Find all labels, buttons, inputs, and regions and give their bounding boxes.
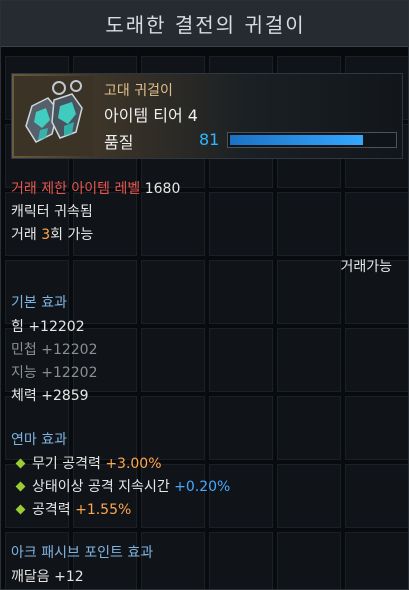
background-slot bbox=[209, 464, 273, 528]
background-slot bbox=[73, 328, 137, 392]
refine-value: +1.55% bbox=[75, 502, 132, 518]
stat-intelligence: 지능 +12202 bbox=[11, 365, 98, 381]
trade-count: 3 bbox=[41, 227, 51, 243]
stat-vitality: 체력 +2859 bbox=[11, 388, 89, 404]
tradable-label: 거래가능 bbox=[340, 259, 392, 275]
trade-count-line: 거래 3회 가능 bbox=[11, 224, 93, 244]
quality-bar-fill bbox=[230, 135, 363, 145]
ark-passive-line: 깨달음 +12 bbox=[11, 569, 84, 585]
background-slot bbox=[209, 396, 273, 460]
background-slot bbox=[5, 328, 69, 392]
trade-prefix: 거래 bbox=[11, 227, 42, 243]
quality-label: 품질 bbox=[104, 133, 134, 152]
trade-restriction-line: 거래 제한 아이템 레벨 1680 bbox=[11, 178, 180, 198]
background-slot bbox=[345, 464, 408, 528]
background-slot bbox=[277, 396, 341, 460]
background-slot bbox=[5, 396, 69, 460]
trade-restriction-level: 1680 bbox=[144, 181, 181, 197]
refine-line: 공격력 +1.55% bbox=[11, 499, 131, 519]
bullet-icon bbox=[15, 458, 26, 469]
refine-name: 무기 공격력 bbox=[32, 456, 106, 472]
background-slot bbox=[141, 260, 205, 324]
trade-restriction-label: 거래 제한 아이템 레벨 bbox=[11, 181, 141, 197]
item-summary-box: 고대 귀걸이 아이템 티어 4 품질 81 bbox=[11, 73, 403, 159]
background-slot bbox=[277, 260, 341, 324]
refine-line: 무기 공격력 +3.00% bbox=[11, 453, 162, 473]
background-slot bbox=[141, 464, 205, 528]
background-slot bbox=[73, 396, 137, 460]
refine-effect-heading: 연마 효과 bbox=[11, 432, 67, 448]
earring-icon bbox=[14, 76, 94, 156]
refine-line: 상태이상 공격 지속시간 +0.20% bbox=[11, 476, 230, 496]
background-slot bbox=[345, 328, 408, 392]
background-slot bbox=[209, 192, 273, 256]
background-slot bbox=[345, 532, 408, 589]
tooltip-header: 도래한 결전의 귀걸이 bbox=[1, 1, 408, 47]
background-slot bbox=[277, 328, 341, 392]
item-tier: 아이템 티어 4 bbox=[104, 106, 198, 125]
background-slot bbox=[277, 464, 341, 528]
background-slot bbox=[209, 328, 273, 392]
background-slot bbox=[141, 192, 205, 256]
background-slot bbox=[141, 396, 205, 460]
background-slot bbox=[277, 532, 341, 589]
background-slot bbox=[209, 260, 273, 324]
binding-status: 캐릭터 귀속됨 bbox=[11, 204, 93, 220]
background-slot bbox=[73, 260, 137, 324]
refine-name: 공격력 bbox=[32, 502, 76, 518]
bullet-icon bbox=[15, 481, 26, 492]
quality-bar bbox=[227, 132, 397, 148]
item-tooltip: 도래한 결전의 귀걸이 고대 귀걸이 아이템 티어 4 품질 81 거래 제한 … bbox=[0, 0, 409, 590]
background-slot bbox=[277, 192, 341, 256]
refine-value: +0.20% bbox=[174, 479, 231, 495]
quality-value: 81 bbox=[199, 130, 220, 149]
stat-strength: 힘 +12202 bbox=[11, 319, 85, 335]
ark-passive-heading: 아크 패시브 포인트 효과 bbox=[11, 545, 154, 561]
stat-dexterity: 민첩 +12202 bbox=[11, 342, 98, 358]
trade-suffix: 회 가능 bbox=[50, 227, 94, 243]
background-slot bbox=[141, 328, 205, 392]
background-slot bbox=[209, 532, 273, 589]
bullet-icon bbox=[15, 504, 26, 515]
refine-name: 상태이상 공격 지속시간 bbox=[32, 479, 175, 495]
background-slot bbox=[345, 396, 408, 460]
refine-value: +3.00% bbox=[105, 456, 162, 472]
background-slot bbox=[345, 192, 408, 256]
item-grade: 고대 귀걸이 bbox=[104, 83, 173, 99]
basic-effect-heading: 기본 효과 bbox=[11, 295, 67, 311]
item-title: 도래한 결전의 귀걸이 bbox=[105, 13, 306, 37]
